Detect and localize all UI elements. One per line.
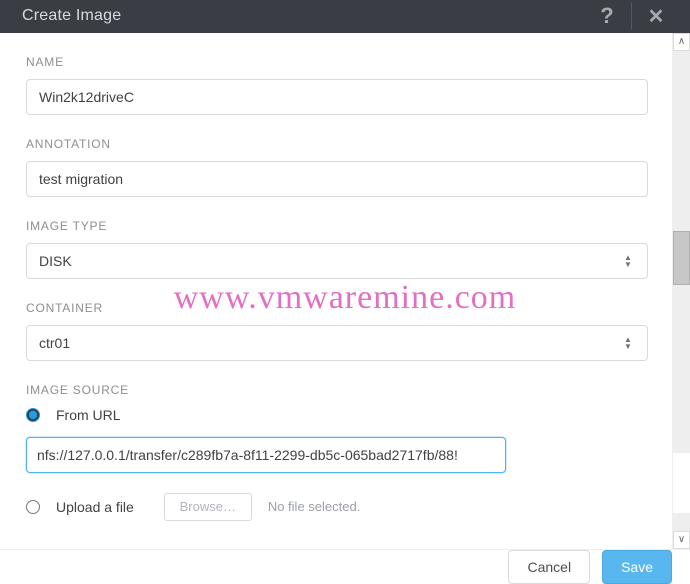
from-url-radio[interactable] [26,408,40,422]
form-scroll-area: NAME ANNOTATION IMAGE TYPE DISK ▲▼ CONTA… [0,33,672,549]
name-input[interactable] [26,79,648,115]
dialog-title: Create Image [22,7,589,25]
scroll-gap [673,453,690,513]
header-separator [631,2,632,30]
browse-button: Browse… [164,493,252,521]
caret-icon: ▲▼ [621,254,635,268]
field-name: NAME [26,55,648,115]
field-container: CONTAINER ctr01 ▲▼ [26,301,648,361]
container-label: CONTAINER [26,301,648,315]
scroll-thumb[interactable] [673,231,690,285]
vertical-scrollbar[interactable]: ∧ ∨ [672,33,690,549]
container-selected: ctr01 [39,335,621,351]
name-label: NAME [26,55,648,69]
scroll-track[interactable] [673,51,690,531]
dialog-header: Create Image ? ✕ [0,0,690,33]
close-icon[interactable]: ✕ [638,4,674,29]
dialog-body: NAME ANNOTATION IMAGE TYPE DISK ▲▼ CONTA… [0,33,690,549]
image-type-selected: DISK [39,253,621,269]
annotation-label: ANNOTATION [26,137,648,151]
caret-icon: ▲▼ [621,336,635,350]
create-image-dialog: Create Image ? ✕ NAME ANNOTATION IMAGE T… [0,0,690,584]
from-url-input[interactable] [26,437,506,473]
field-image-type: IMAGE TYPE DISK ▲▼ [26,219,648,279]
annotation-input[interactable] [26,161,648,197]
image-type-select[interactable]: DISK ▲▼ [26,243,648,279]
scroll-up-arrow-icon[interactable]: ∧ [673,33,690,51]
from-url-label[interactable]: From URL [56,407,121,423]
source-upload-row: Upload a file Browse… No file selected. [26,493,648,521]
help-icon[interactable]: ? [589,3,625,29]
dialog-footer: Cancel Save [0,549,690,584]
cancel-button[interactable]: Cancel [508,550,590,584]
image-source-label: IMAGE SOURCE [26,383,648,397]
field-image-source: IMAGE SOURCE From URL Upload a file Brow… [26,383,648,521]
save-button[interactable]: Save [602,550,672,584]
upload-radio[interactable] [26,500,40,514]
scroll-down-arrow-icon[interactable]: ∨ [673,531,690,549]
upload-label[interactable]: Upload a file [56,499,134,515]
field-annotation: ANNOTATION [26,137,648,197]
upload-status: No file selected. [268,499,361,514]
image-type-label: IMAGE TYPE [26,219,648,233]
source-from-url-row: From URL [26,407,648,423]
container-select[interactable]: ctr01 ▲▼ [26,325,648,361]
